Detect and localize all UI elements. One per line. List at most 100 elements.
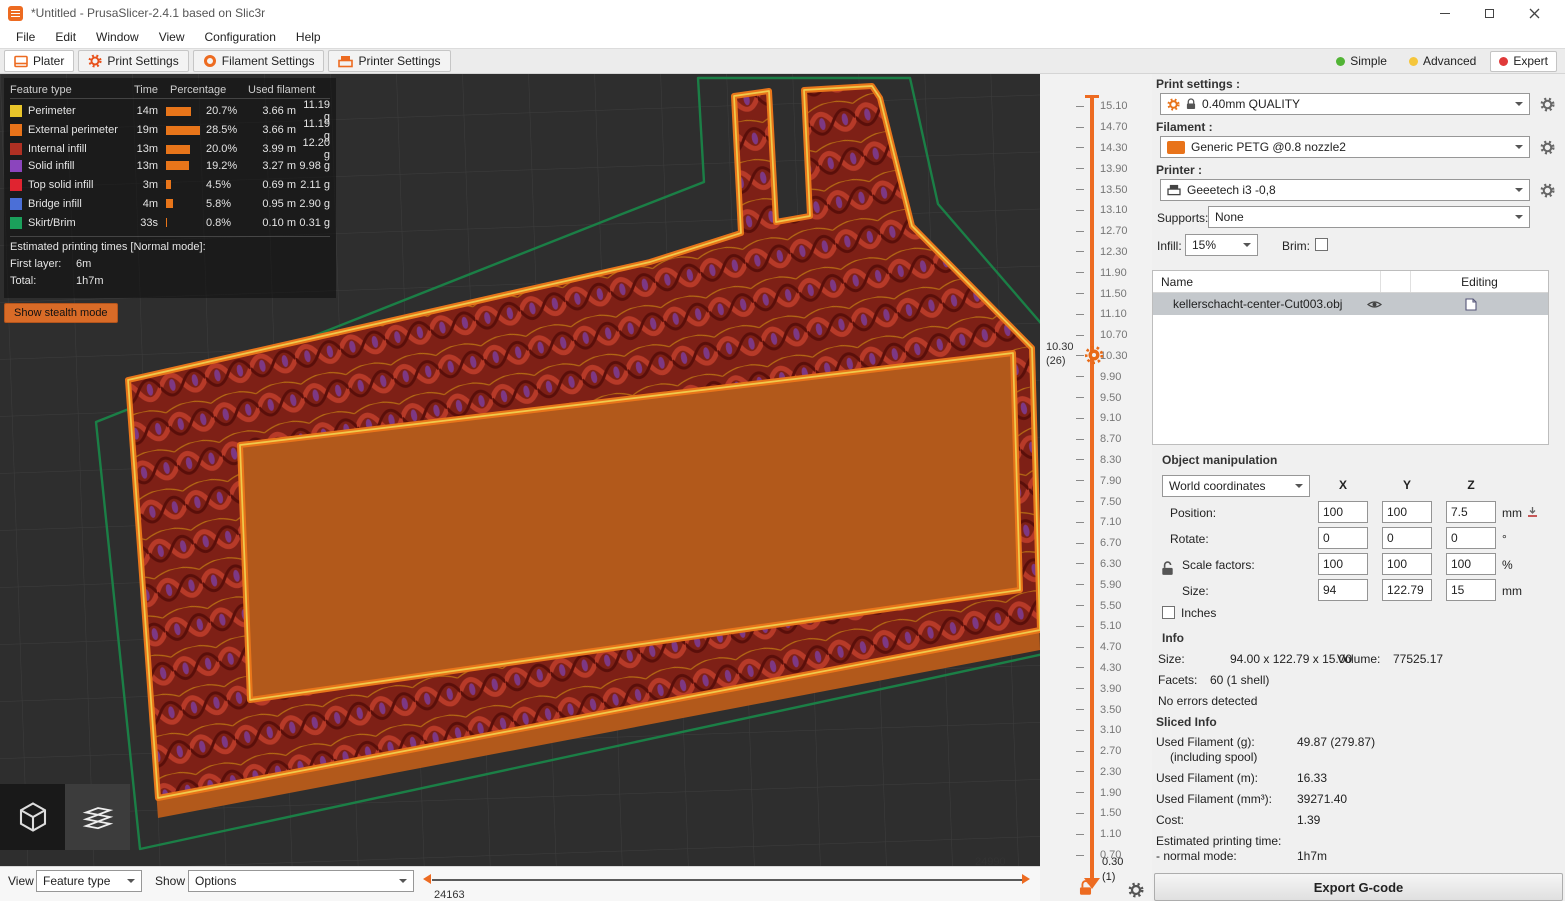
supports-dropdown[interactable]: None <box>1208 206 1530 228</box>
scale-x-input[interactable] <box>1318 553 1368 575</box>
feature-percentage-bar <box>166 125 206 135</box>
object-row[interactable]: kellerschacht-center-Cut003.obj <box>1153 293 1548 315</box>
tick-label: 1.50 <box>1100 807 1121 819</box>
show-dropdown-value: Options <box>195 874 236 888</box>
menu-item[interactable]: Help <box>286 26 331 48</box>
tick-label: 8.70 <box>1100 433 1121 445</box>
unlock-icon[interactable] <box>1078 880 1093 896</box>
brim-checkbox[interactable] <box>1315 238 1328 251</box>
position-x-input[interactable] <box>1318 501 1368 523</box>
menu-item[interactable]: Edit <box>45 26 86 48</box>
menu-item[interactable]: Configuration <box>195 26 286 48</box>
menu-item[interactable]: Window <box>86 26 149 48</box>
move-slider-track[interactable] <box>432 879 1022 881</box>
tick-mark <box>1076 106 1084 107</box>
tick-label: 13.50 <box>1100 184 1128 196</box>
feature-grams: 12.20 g <box>296 137 330 161</box>
menu-item[interactable]: View <box>149 26 195 48</box>
close-button[interactable] <box>1512 0 1557 26</box>
tick-mark <box>1076 231 1084 232</box>
show-stealth-mode-button[interactable]: Show stealth mode <box>4 303 118 323</box>
edit-print-settings-button[interactable] <box>1538 95 1556 113</box>
brim-label: Brim: <box>1282 239 1310 253</box>
feature-percentage-bar <box>166 106 206 116</box>
scale-z-input[interactable] <box>1446 553 1496 575</box>
size-z-input[interactable] <box>1446 579 1496 601</box>
size-y-input[interactable] <box>1382 579 1432 601</box>
tick-mark <box>1076 667 1084 668</box>
chevron-down-icon <box>1515 215 1523 219</box>
editing-column-header[interactable]: Editing <box>1410 271 1548 292</box>
slider-settings-gear-icon[interactable] <box>1128 882 1144 898</box>
tick-label: 11.10 <box>1100 308 1127 320</box>
filament-dropdown[interactable]: Generic PETG @0.8 nozzle2 <box>1160 136 1530 158</box>
info-size-value: 94.00 x 122.79 x 15.00 <box>1230 652 1352 666</box>
rotate-label: Rotate: <box>1170 532 1209 546</box>
rotate-x-input[interactable] <box>1318 527 1368 549</box>
infill-dropdown[interactable]: 15% <box>1185 234 1258 256</box>
printer-dropdown[interactable]: Geeetech i3 -0,8 <box>1160 179 1530 201</box>
tick-label: 6.70 <box>1100 537 1121 549</box>
inches-checkbox[interactable] <box>1162 606 1175 619</box>
scale-y-input[interactable] <box>1382 553 1432 575</box>
feature-time: 13m <box>136 160 166 172</box>
preset-gear-icon <box>1167 98 1180 111</box>
chevron-down-icon <box>1515 188 1523 192</box>
edit-printer-button[interactable] <box>1538 181 1556 199</box>
layers-view-button[interactable] <box>65 784 130 850</box>
edit-filament-button[interactable] <box>1538 138 1556 156</box>
position-z-input[interactable] <box>1446 501 1496 523</box>
tab-print-settings[interactable]: Print Settings <box>78 50 188 72</box>
scale-lock-icon[interactable] <box>1161 561 1174 576</box>
upper-layer-height: 10.30 <box>1046 340 1074 354</box>
mode-advanced[interactable]: Advanced <box>1401 51 1484 72</box>
tab-printer-settings[interactable]: Printer Settings <box>328 50 450 72</box>
tab-plater[interactable]: Plater <box>4 50 74 72</box>
tick-mark <box>1076 251 1084 252</box>
export-gcode-button[interactable]: Export G-code <box>1154 873 1563 901</box>
drop-to-bed-icon[interactable] <box>1526 505 1539 518</box>
coordinates-dropdown[interactable]: World coordinates <box>1162 475 1310 497</box>
scale-unit: % <box>1502 558 1513 572</box>
right-settings-panel: Print settings : 0.40mm QUALITY Filament… <box>1152 74 1565 901</box>
tab-filament-settings[interactable]: Filament Settings <box>193 50 325 72</box>
print-settings-gear-icon <box>88 54 102 68</box>
tick-label: 12.70 <box>1100 225 1128 237</box>
tick-label: 7.90 <box>1100 475 1121 487</box>
view-dropdown[interactable]: Feature type <box>36 870 142 892</box>
feature-name: Solid infill <box>28 160 136 172</box>
maximize-button[interactable] <box>1467 0 1512 26</box>
mode-simple[interactable]: Simple <box>1328 51 1395 72</box>
name-column-header[interactable]: Name <box>1153 275 1380 289</box>
mode-expert[interactable]: Expert <box>1490 51 1557 72</box>
rotate-z-input[interactable] <box>1446 527 1496 549</box>
feature-name: External perimeter <box>28 124 136 136</box>
move-slider-right-arrow-icon[interactable] <box>1022 874 1030 884</box>
supports-label: Supports: <box>1157 211 1208 225</box>
editing-icon[interactable] <box>1465 298 1477 311</box>
position-y-input[interactable] <box>1382 501 1432 523</box>
print-settings-dropdown[interactable]: 0.40mm QUALITY <box>1160 93 1530 115</box>
move-slider-left-arrow-icon[interactable] <box>423 874 431 884</box>
chevron-down-icon <box>1515 102 1523 106</box>
tick-mark <box>1076 355 1084 356</box>
tick-mark <box>1076 730 1084 731</box>
3d-viewport[interactable]: Feature type Time Percentage Used filame… <box>0 74 1040 866</box>
sliced-info-title: Sliced Info <box>1156 715 1217 729</box>
3d-view-button[interactable] <box>0 784 65 850</box>
show-dropdown[interactable]: Options <box>188 870 414 892</box>
layer-tick: 1.10 <box>1040 824 1128 845</box>
menu-item[interactable]: File <box>6 26 45 48</box>
legend-row: External perimeter 19m 28.5% 3.66 m 11.1… <box>10 118 330 137</box>
rotate-y-input[interactable] <box>1382 527 1432 549</box>
eye-visibility-icon[interactable] <box>1367 299 1382 310</box>
layer-tick: 3.90 <box>1040 678 1128 699</box>
tick-mark <box>1076 272 1084 273</box>
layer-slider-track[interactable] <box>1090 97 1094 880</box>
upper-handle-sprocket-icon[interactable] <box>1084 345 1104 365</box>
tick-mark <box>1076 418 1084 419</box>
move-slider-current: 24163 <box>434 889 465 901</box>
feature-meters: 3.66 m <box>250 124 296 136</box>
minimize-button[interactable] <box>1422 0 1467 26</box>
size-x-input[interactable] <box>1318 579 1368 601</box>
